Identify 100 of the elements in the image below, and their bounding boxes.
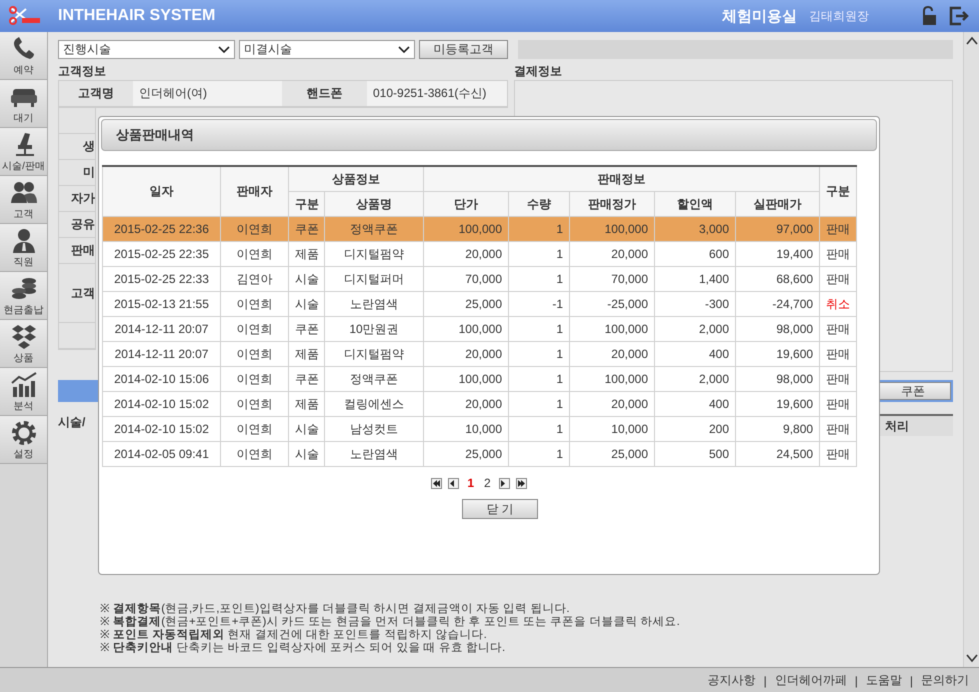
- table-cell: 9,800: [736, 416, 820, 442]
- table-cell: 이연희: [220, 392, 288, 416]
- status-select[interactable]: 미결시술: [239, 40, 415, 59]
- last-page-button[interactable]: [516, 478, 527, 488]
- footer-link[interactable]: 도움말: [866, 672, 902, 689]
- help-note: ※ 단축키안내 단축키는 바코드 입력상자에 포커스 되어 있을 때 유효 합니다.: [100, 642, 506, 655]
- table-cell: 이연희: [220, 442, 288, 466]
- footer-link[interactable]: 공지사항: [708, 672, 756, 689]
- table-cell: 600: [654, 242, 736, 266]
- table-cell: 100,000: [570, 216, 654, 242]
- table-cell: 25,000: [424, 442, 508, 466]
- table-cell: 20,000: [570, 242, 654, 266]
- sidebar-item[interactable]: 시술/판매: [0, 128, 47, 176]
- table-cell: 1: [508, 242, 570, 266]
- table-cell: 이연희: [220, 216, 288, 242]
- section-title: 결제정보: [514, 63, 563, 80]
- table-cell: 100,000: [424, 216, 508, 242]
- table-cell: 노란염색: [324, 292, 424, 316]
- table-cell: 이연희: [220, 316, 288, 342]
- table-cell: 100,000: [424, 316, 508, 342]
- table-cell: 이연희: [220, 366, 288, 392]
- table-cell: 68,600: [736, 266, 820, 292]
- user-name: 김태희원장: [809, 8, 869, 24]
- table-cell: 2014-02-10 15:02: [102, 416, 220, 442]
- field-label: 자가: [71, 190, 95, 207]
- page-link[interactable]: 1: [465, 476, 476, 490]
- column-group-header: 상품정보: [288, 166, 424, 192]
- sidebar-item[interactable]: 고객: [0, 176, 47, 224]
- help-note: ※ 복합결제(현금+포인트+쿠폰)시 카드 또는 현금을 먼저 더블클릭 한 후 포인트 또는 쿠폰을 더블클릭 하세요.: [100, 616, 680, 629]
- table-cell: 20,000: [570, 342, 654, 366]
- shop-name: 체험미용실: [722, 6, 797, 26]
- table-cell: 1: [508, 342, 570, 366]
- table-cell: 판매: [820, 242, 857, 266]
- link-separator: |: [764, 674, 767, 688]
- sidebar-item[interactable]: 예약: [0, 32, 47, 80]
- table-cell: 2014-02-05 09:41: [102, 442, 220, 466]
- table-cell: 쿠폰: [288, 216, 324, 242]
- table-cell: 500: [654, 442, 736, 466]
- status-select[interactable]: 진행시술: [58, 40, 235, 59]
- scroll-down-icon[interactable]: [966, 653, 978, 663]
- footer-link[interactable]: 문의하기: [921, 672, 969, 689]
- first-page-button[interactable]: [431, 478, 442, 488]
- table-cell: -300: [654, 292, 736, 316]
- table-cell: 2014-12-11 20:07: [102, 342, 220, 366]
- table-cell: 200: [654, 416, 736, 442]
- table-cell: 19,600: [736, 392, 820, 416]
- dialog-title: 상품판매내역: [101, 119, 877, 151]
- table-cell: 1: [508, 266, 570, 292]
- table-cell: 1: [508, 392, 570, 416]
- table-cell: 2,000: [654, 316, 736, 342]
- chart-icon: [10, 370, 38, 398]
- scrollbar[interactable]: [963, 32, 979, 667]
- sidebar-item[interactable]: 설정: [0, 416, 47, 464]
- gear-icon: [10, 418, 38, 446]
- table-cell: 판매: [820, 392, 857, 416]
- table-cell: 시술: [288, 266, 324, 292]
- next-page-button[interactable]: [498, 478, 510, 488]
- table-cell: 1: [508, 216, 570, 242]
- table-cell: 디지털펌약: [324, 242, 424, 266]
- table-cell: 판매: [820, 366, 857, 392]
- table-cell: 10,000: [424, 416, 508, 442]
- table-cell: 디지털퍼머: [324, 266, 424, 292]
- section-title: 시술/: [58, 414, 86, 431]
- field-label: 공유: [71, 216, 95, 233]
- table-cell: 19,400: [736, 242, 820, 266]
- table-cell: 노란염색: [324, 442, 424, 466]
- table-cell: 2014-02-10 15:02: [102, 392, 220, 416]
- table-cell: 19,600: [736, 342, 820, 366]
- table-cell: 정액쿠폰: [324, 366, 424, 392]
- table-cell: 판매: [820, 266, 857, 292]
- column-header: 실판매가: [736, 192, 820, 216]
- page-link[interactable]: 2: [482, 476, 493, 490]
- field-label: 고객명: [59, 81, 133, 107]
- sidebar-item[interactable]: 상품: [0, 320, 47, 368]
- help-note: ※ 포인트 자동적립제외 현재 결제건에 대한 포인트를 적립하지 않습니다.: [100, 629, 488, 642]
- sidebar-item[interactable]: 대기: [0, 80, 47, 128]
- close-button[interactable]: 닫 기: [462, 499, 538, 519]
- table-cell: 1: [508, 442, 570, 466]
- column-header: 일자: [102, 166, 220, 216]
- table-cell: 정액쿠폰: [324, 216, 424, 242]
- scroll-up-icon[interactable]: [966, 36, 978, 46]
- table-cell: 시술: [288, 442, 324, 466]
- table-cell: 남성컷트: [324, 416, 424, 442]
- table-cell: 20,000: [424, 342, 508, 366]
- table-cell: 10만원권: [324, 316, 424, 342]
- footer-link[interactable]: 인더헤어까페: [774, 672, 847, 689]
- logout-icon[interactable]: [949, 6, 969, 26]
- help-note: ※ 결제항목(현금,카드,포인트)입력상자를 더블클릭 하시면 결제금액이 자동 입력 됩니다.: [100, 603, 571, 616]
- field-label: 핸드폰: [282, 81, 367, 107]
- sidebar-item[interactable]: 분석: [0, 368, 47, 416]
- table-cell: 98,000: [736, 316, 820, 342]
- table-cell: 2015-02-25 22:35: [102, 242, 220, 266]
- table-cell: 제품: [288, 392, 324, 416]
- previous-page-button[interactable]: [448, 478, 460, 488]
- double-triangle-icon: [432, 480, 442, 486]
- sidebar-item[interactable]: 직원: [0, 224, 47, 272]
- unregistered-customer-button[interactable]: 미등록고객: [419, 40, 508, 59]
- sidebar-item[interactable]: 현금출납: [0, 272, 47, 320]
- table-cell: -24,700: [736, 292, 820, 316]
- table-cell: 1,400: [654, 266, 736, 292]
